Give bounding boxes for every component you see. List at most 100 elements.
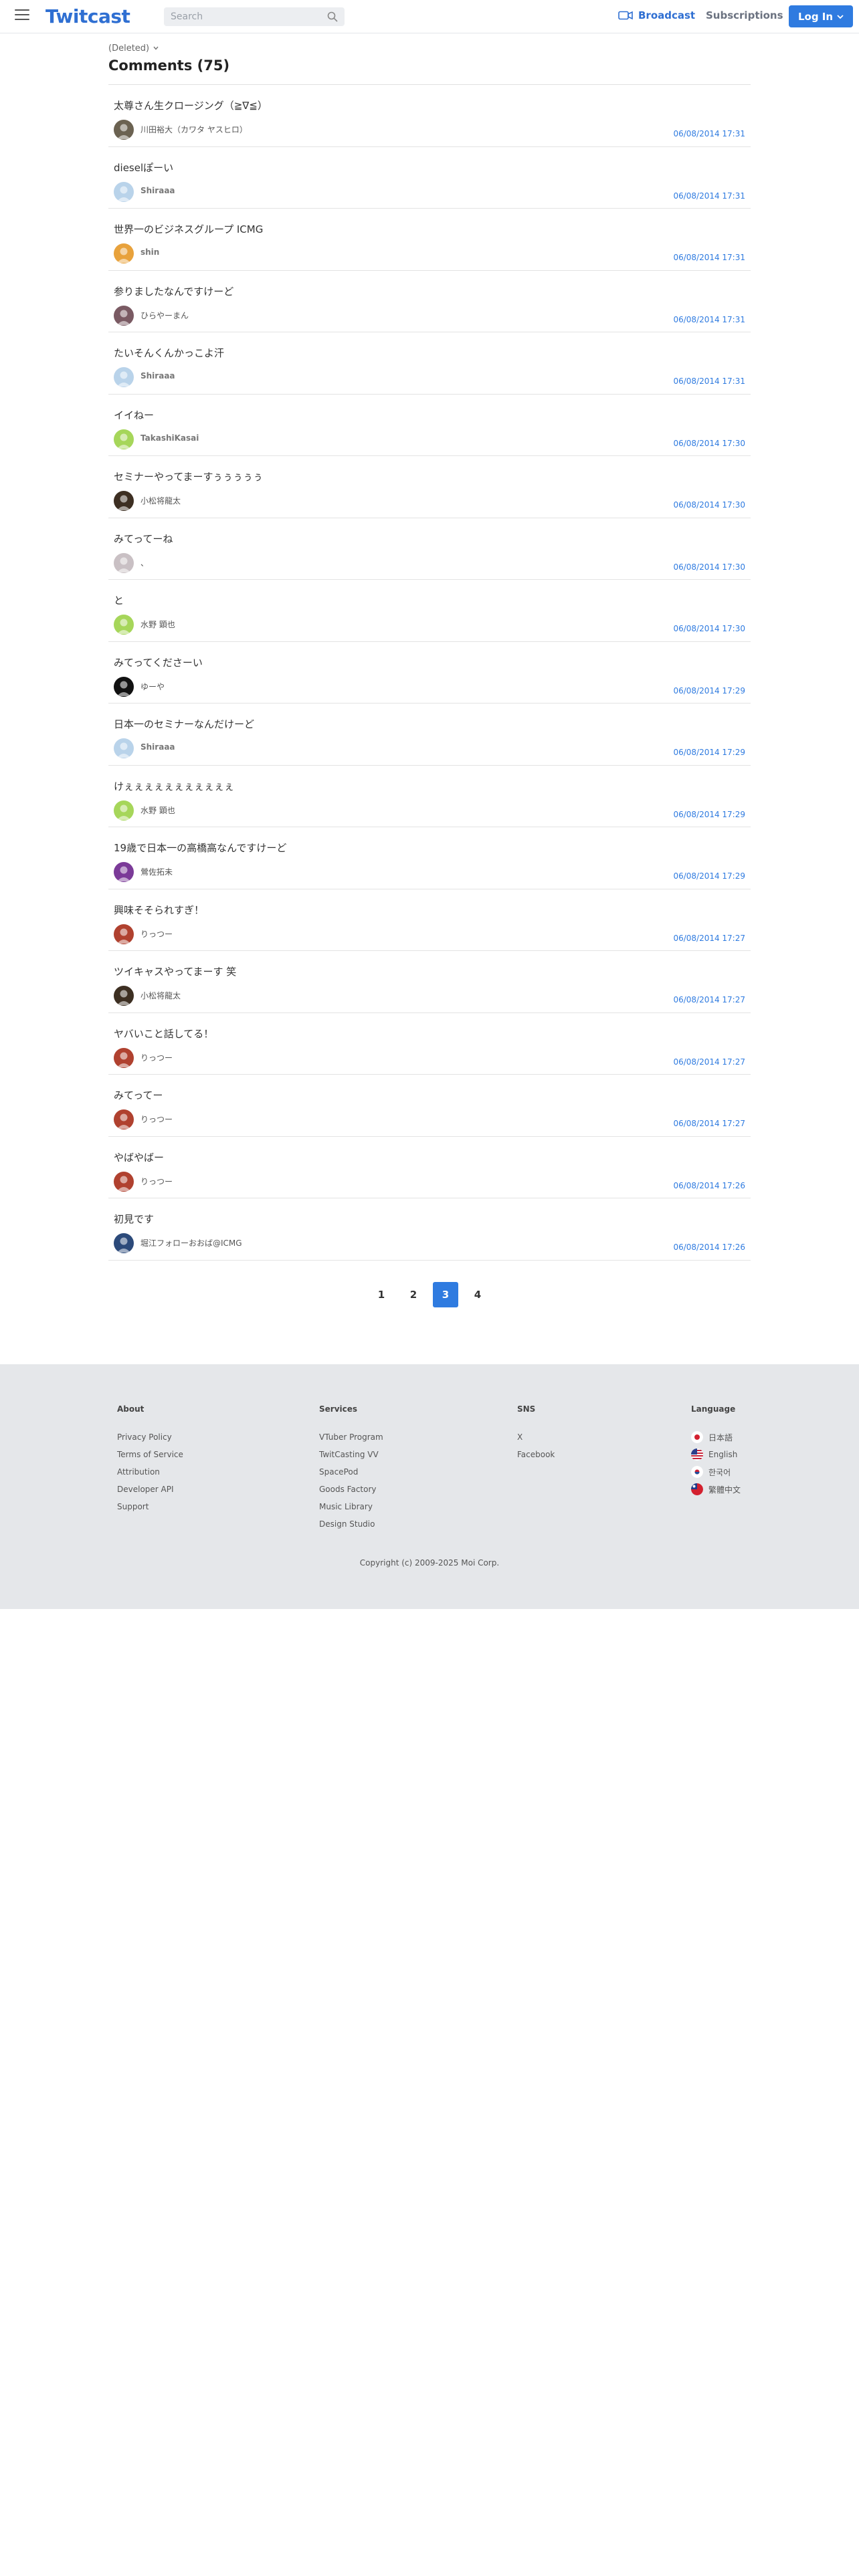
login-button[interactable]: Log In [789, 5, 853, 27]
comment-timestamp[interactable]: 06/08/2014 17:29 [673, 810, 745, 819]
avatar[interactable] [114, 1047, 134, 1068]
comment-timestamp[interactable]: 06/08/2014 17:30 [673, 500, 745, 510]
comment-username[interactable]: 小松将龍太 [140, 990, 181, 1001]
comment-username[interactable]: 鶯佐拓未 [140, 866, 173, 877]
footer-link[interactable]: Terms of Service [117, 1446, 183, 1463]
comment-username[interactable]: りっつー [140, 928, 173, 940]
footer-link[interactable]: SpacePod [319, 1463, 383, 1481]
footer-link[interactable]: VTuber Program [319, 1428, 383, 1446]
avatar[interactable] [114, 120, 134, 140]
comment-username[interactable]: 堀江フォローおおば@ICMG [140, 1237, 242, 1249]
footer-link[interactable]: Developer API [117, 1481, 183, 1498]
page-button[interactable]: 3 [433, 1282, 458, 1307]
comment-username[interactable]: shin [140, 247, 159, 257]
footer-link[interactable]: Design Studio [319, 1515, 383, 1533]
footer-link[interactable]: English [691, 1446, 741, 1463]
avatar[interactable] [114, 552, 134, 573]
footer-link[interactable]: 日本語 [691, 1428, 741, 1446]
comment-timestamp[interactable]: 06/08/2014 17:29 [673, 871, 745, 881]
footer-link[interactable]: Attribution [117, 1463, 183, 1481]
avatar[interactable] [114, 1109, 134, 1130]
footer-link[interactable]: Privacy Policy [117, 1428, 183, 1446]
subscriptions-link[interactable]: Subscriptions [706, 9, 783, 21]
comment-timestamp[interactable]: 06/08/2014 17:31 [673, 191, 745, 201]
comment-row: やばやばー りっつー 06/08/2014 17:26 [108, 1137, 751, 1198]
comment-row: 参りましたなんですけーどひらやーまん 06/08/2014 17:31 [108, 271, 751, 332]
footer-link-label: 繁體中文 [708, 1485, 741, 1495]
comment-username[interactable]: 、 [140, 557, 149, 568]
comment-timestamp[interactable]: 06/08/2014 17:27 [673, 934, 745, 943]
footer-link-label: Design Studio [319, 1519, 375, 1529]
avatar[interactable] [114, 1233, 134, 1253]
footer-link-label: Developer API [117, 1485, 174, 1494]
footer-link[interactable]: 한국어 [691, 1463, 741, 1481]
menu-icon[interactable] [15, 9, 29, 21]
comment-username[interactable]: りっつー [140, 1176, 173, 1187]
comment-username[interactable]: 水野 顕也 [140, 619, 175, 630]
footer-link[interactable]: Facebook [517, 1446, 555, 1463]
avatar[interactable] [114, 243, 134, 263]
comment-username[interactable]: ひらやーまん [140, 310, 189, 321]
footer-link[interactable]: X [517, 1428, 555, 1446]
footer-link[interactable]: 繁體中文 [691, 1481, 741, 1498]
footer-link[interactable]: Goods Factory [319, 1481, 383, 1498]
avatar[interactable] [114, 491, 134, 511]
footer-link[interactable]: Music Library [319, 1498, 383, 1515]
comment-username[interactable]: TakashiKasai [140, 433, 199, 443]
page-button[interactable]: 2 [401, 1282, 426, 1307]
broadcast-link[interactable]: Broadcast [618, 9, 695, 21]
avatar[interactable] [114, 367, 134, 387]
search-box[interactable] [164, 7, 345, 26]
comment-timestamp[interactable]: 06/08/2014 17:31 [673, 253, 745, 262]
search-input[interactable] [164, 7, 318, 26]
comment-username[interactable]: Shiraaa [140, 742, 175, 752]
comment-row: 興味そそられすぎ！ りっつー 06/08/2014 17:27 [108, 889, 751, 951]
avatar[interactable] [114, 1171, 134, 1192]
footer-link[interactable]: Support [117, 1498, 183, 1515]
page-button[interactable]: 1 [369, 1282, 394, 1307]
comment-username[interactable]: ゆーや [140, 681, 165, 692]
comment-username[interactable]: Shiraaa [140, 186, 175, 195]
avatar[interactable] [114, 305, 134, 326]
comment-timestamp[interactable]: 06/08/2014 17:27 [673, 1057, 745, 1067]
avatar[interactable] [114, 615, 134, 635]
comment-timestamp[interactable]: 06/08/2014 17:29 [673, 686, 745, 695]
footer-link[interactable]: TwitCasting VV [319, 1446, 383, 1463]
comment-username[interactable]: 水野 顕也 [140, 804, 175, 816]
comment-timestamp[interactable]: 06/08/2014 17:27 [673, 1119, 745, 1128]
comment-timestamp[interactable]: 06/08/2014 17:31 [673, 129, 745, 138]
comment-username[interactable]: Shiraaa [140, 371, 175, 381]
avatar[interactable] [114, 924, 134, 944]
comment-row: と水野 顕也 06/08/2014 17:30 [108, 580, 751, 642]
comment-timestamp[interactable]: 06/08/2014 17:31 [673, 377, 745, 386]
comment-timestamp[interactable]: 06/08/2014 17:30 [673, 439, 745, 448]
comment-text: 初見です [114, 1213, 155, 1225]
comment-username[interactable]: 川田裕大（カワタ ヤスヒロ） [140, 124, 248, 135]
comment-timestamp[interactable]: 06/08/2014 17:31 [673, 315, 745, 324]
avatar[interactable] [114, 800, 134, 821]
comment-timestamp[interactable]: 06/08/2014 17:29 [673, 748, 745, 757]
search-icon[interactable] [327, 11, 338, 22]
avatar[interactable] [114, 181, 134, 202]
broadcast-label: Broadcast [638, 9, 696, 21]
comment-username[interactable]: りっつー [140, 1113, 173, 1125]
comment-timestamp[interactable]: 06/08/2014 17:30 [673, 624, 745, 633]
avatar[interactable] [114, 676, 134, 697]
comment-timestamp[interactable]: 06/08/2014 17:30 [673, 562, 745, 572]
avatar[interactable] [114, 862, 134, 882]
comment-username[interactable]: 小松将龍太 [140, 495, 181, 506]
comment-timestamp[interactable]: 06/08/2014 17:26 [673, 1243, 745, 1252]
page-button[interactable]: 4 [465, 1282, 490, 1307]
comment-username[interactable]: りっつー [140, 1052, 173, 1063]
comment-row: ツイキャスやってまーす 笑小松将龍太 06/08/2014 17:27 [108, 951, 751, 1013]
comment-timestamp[interactable]: 06/08/2014 17:27 [673, 995, 745, 1004]
comment-text: 参りましたなんですけーど [114, 285, 234, 298]
avatar[interactable] [114, 986, 134, 1006]
user-dropdown[interactable]: (Deleted) [108, 41, 751, 55]
comment-timestamp[interactable]: 06/08/2014 17:26 [673, 1181, 745, 1190]
comment-text: ツイキャスやってまーす 笑 [114, 966, 237, 978]
site-logo[interactable]: Twitcast [45, 5, 130, 27]
avatar[interactable] [114, 429, 134, 449]
comment-row: セミナーやってまーすぅぅぅぅぅ 小松将龍太 06/08/2014 17:30 [108, 456, 751, 518]
avatar[interactable] [114, 738, 134, 758]
